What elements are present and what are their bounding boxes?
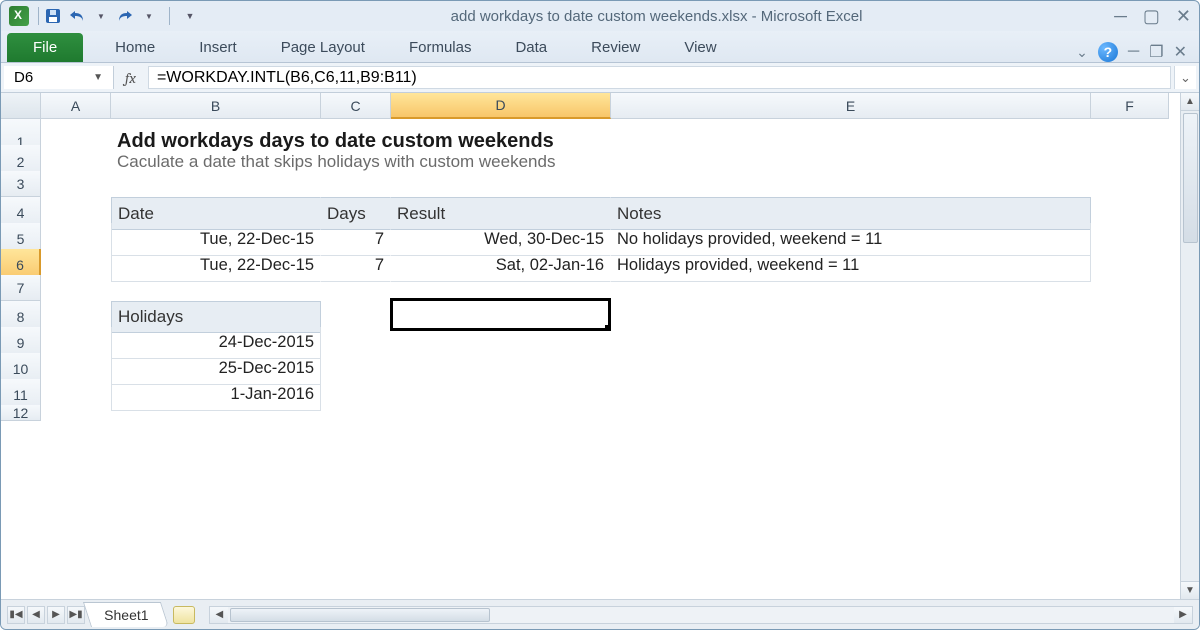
cell[interactable]: [611, 275, 1091, 301]
excel-logo-icon: [9, 6, 29, 26]
sheet-tab-bar: ▮◀ ◀ ▶ ▶▮ Sheet1 ◀ ▶: [1, 599, 1199, 629]
cell[interactable]: [111, 171, 321, 197]
name-box[interactable]: D6 ▼: [4, 66, 114, 89]
vertical-scrollbar[interactable]: ▲ ▼: [1180, 93, 1199, 599]
grid[interactable]: A B C D E F 1 Add workdays days to date …: [1, 93, 1199, 431]
formula-bar: D6 ▼ fx =WORKDAY.INTL(B6,C6,11,B9:B11) ⌄: [1, 63, 1199, 93]
col-header-b[interactable]: B: [111, 93, 321, 119]
minimize-icon[interactable]: ─: [1114, 6, 1127, 27]
col-header-d[interactable]: D: [391, 93, 611, 119]
customize-qat-icon[interactable]: ▼: [181, 7, 199, 25]
cell[interactable]: [1091, 275, 1169, 301]
next-sheet-icon[interactable]: ▶: [47, 606, 65, 624]
worksheet-area: A B C D E F 1 Add workdays days to date …: [1, 93, 1199, 599]
row-header-7[interactable]: 7: [1, 275, 41, 301]
new-sheet-icon[interactable]: [173, 606, 195, 624]
cell[interactable]: [321, 275, 391, 301]
sheet-tab-label: Sheet1: [104, 607, 148, 623]
sheet-nav: ▮◀ ◀ ▶ ▶▮: [7, 606, 85, 624]
quick-access-toolbar: ▼ ▼ ▼: [44, 7, 199, 25]
workbook-minimize-icon[interactable]: ─: [1128, 43, 1139, 61]
tab-review[interactable]: Review: [569, 33, 662, 62]
name-box-value: D6: [14, 69, 33, 86]
cell[interactable]: [611, 405, 1091, 421]
undo-icon[interactable]: [68, 7, 86, 25]
sheet-tab-sheet1[interactable]: Sheet1: [83, 602, 169, 627]
formula-buttons: fx: [117, 63, 148, 92]
app-window: ▼ ▼ ▼ add workdays to date custom weeken…: [0, 0, 1200, 630]
hscroll-thumb[interactable]: [230, 608, 490, 622]
col-header-a[interactable]: A: [41, 93, 111, 119]
tab-file[interactable]: File: [7, 33, 83, 62]
save-icon[interactable]: [44, 7, 62, 25]
scroll-right-icon[interactable]: ▶: [1174, 607, 1192, 623]
help-icon[interactable]: ?: [1098, 42, 1118, 62]
scroll-up-icon[interactable]: ▲: [1181, 93, 1199, 111]
tab-home[interactable]: Home: [93, 33, 177, 62]
row-header-12[interactable]: 12: [1, 405, 41, 421]
fx-icon[interactable]: fx: [123, 69, 142, 87]
cell[interactable]: [111, 405, 321, 421]
close-icon[interactable]: ✕: [1176, 6, 1191, 27]
name-box-dropdown-icon[interactable]: ▼: [93, 72, 103, 83]
cell[interactable]: [391, 171, 611, 197]
separator: [169, 7, 170, 25]
separator: [38, 7, 39, 25]
dropdown-icon[interactable]: ▼: [140, 7, 158, 25]
tab-view[interactable]: View: [662, 33, 738, 62]
window-controls: ─ ▢ ✕: [1114, 6, 1191, 27]
tab-page-layout[interactable]: Page Layout: [259, 33, 387, 62]
cell[interactable]: [41, 171, 111, 197]
workbook-restore-icon[interactable]: ❐: [1149, 42, 1163, 62]
row-header-3[interactable]: 3: [1, 171, 41, 197]
cell-d6-value: Sat, 02-Jan-16: [496, 256, 604, 275]
scroll-thumb[interactable]: [1183, 113, 1198, 243]
cell[interactable]: [321, 405, 391, 421]
ribbon: File Home Insert Page Layout Formulas Da…: [1, 31, 1199, 63]
select-all-corner[interactable]: [1, 93, 41, 119]
cell[interactable]: [1091, 405, 1169, 421]
redo-icon[interactable]: [116, 7, 134, 25]
tab-formulas[interactable]: Formulas: [387, 33, 494, 62]
cell[interactable]: [41, 275, 111, 301]
cell-d6[interactable]: Sat, 02-Jan-16: [391, 249, 611, 282]
dropdown-icon[interactable]: ▼: [92, 7, 110, 25]
horizontal-scrollbar[interactable]: ◀ ▶: [209, 606, 1193, 624]
formula-text: =WORKDAY.INTL(B6,C6,11,B9:B11): [157, 69, 417, 87]
formula-input[interactable]: =WORKDAY.INTL(B6,C6,11,B9:B11): [148, 66, 1171, 89]
titlebar: ▼ ▼ ▼ add workdays to date custom weeken…: [1, 1, 1199, 31]
first-sheet-icon[interactable]: ▮◀: [7, 606, 25, 624]
col-header-e[interactable]: E: [611, 93, 1091, 119]
scroll-left-icon[interactable]: ◀: [210, 607, 228, 623]
ribbon-options-icon[interactable]: ⌄: [1076, 44, 1088, 61]
cell[interactable]: [611, 171, 1091, 197]
prev-sheet-icon[interactable]: ◀: [27, 606, 45, 624]
last-sheet-icon[interactable]: ▶▮: [67, 606, 85, 624]
cell[interactable]: [111, 275, 321, 301]
scroll-down-icon[interactable]: ▼: [1181, 581, 1199, 599]
cell[interactable]: [1091, 171, 1169, 197]
tab-data[interactable]: Data: [493, 33, 569, 62]
cell[interactable]: [321, 171, 391, 197]
col-header-c[interactable]: C: [321, 93, 391, 119]
ribbon-right-controls: ⌄ ? ─ ❐ ✕: [1076, 42, 1199, 62]
cell[interactable]: [41, 405, 111, 421]
expand-formula-bar-icon[interactable]: ⌄: [1174, 66, 1196, 89]
maximize-icon[interactable]: ▢: [1143, 6, 1160, 27]
cell[interactable]: [391, 405, 611, 421]
workbook-close-icon[interactable]: ✕: [1174, 42, 1187, 62]
col-header-f[interactable]: F: [1091, 93, 1169, 119]
window-title: add workdays to date custom weekends.xls…: [199, 8, 1114, 25]
tab-insert[interactable]: Insert: [177, 33, 259, 62]
